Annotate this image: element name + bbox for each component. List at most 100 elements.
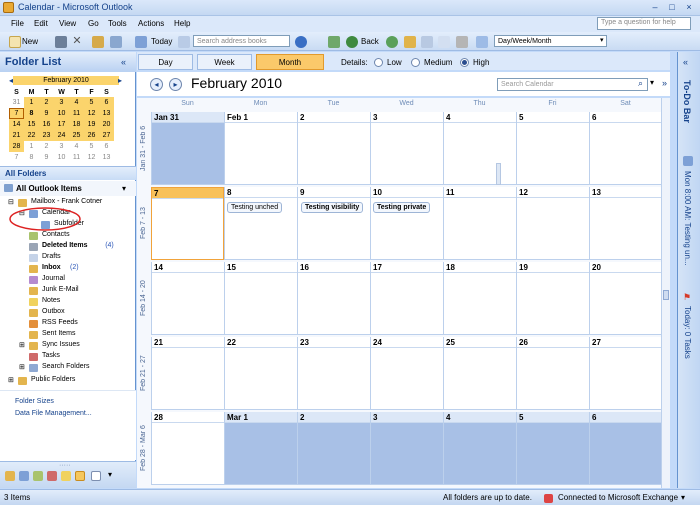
- mini-calendar-day[interactable]: 24: [54, 130, 69, 141]
- menu-go[interactable]: Go: [88, 19, 99, 28]
- calendar-day-cell[interactable]: 2: [297, 412, 370, 485]
- details-medium-radio[interactable]: [411, 58, 420, 67]
- more-items-indicator[interactable]: [496, 163, 501, 185]
- print-icon[interactable]: [55, 36, 67, 48]
- folder-sent-items[interactable]: Sent Items: [42, 330, 75, 337]
- mini-calendar-day[interactable]: 1: [24, 97, 39, 108]
- calendar-day-cell[interactable]: 15: [224, 262, 297, 335]
- splitter-grip-icon[interactable]: ·····: [59, 462, 71, 469]
- calendar-day-cell[interactable]: 24: [370, 337, 443, 410]
- shortcuts-nav-icon[interactable]: [91, 471, 101, 481]
- contacts-nav-icon[interactable]: [33, 471, 43, 481]
- mini-calendar-day[interactable]: 19: [84, 119, 99, 130]
- chevron-down-icon[interactable]: ▾: [650, 78, 654, 87]
- folder-search-folders[interactable]: Search Folders: [42, 363, 89, 370]
- data-file-management-link[interactable]: Data File Management...: [15, 410, 92, 417]
- mini-calendar-day[interactable]: 7: [9, 152, 24, 163]
- mailbox-label[interactable]: Mailbox - Frank Cotner: [31, 198, 102, 205]
- calendar-day-cell[interactable]: 16: [297, 262, 370, 335]
- calendar-day-cell[interactable]: 21: [151, 337, 224, 410]
- calendar-day-cell[interactable]: 5: [516, 112, 589, 185]
- menu-edit[interactable]: Edit: [34, 19, 48, 28]
- calendar-day-cell[interactable]: 25: [443, 337, 516, 410]
- search-calendar-input[interactable]: Search Calendar: [497, 78, 648, 91]
- mini-calendar-day[interactable]: 11: [69, 152, 84, 163]
- mini-calendar-day[interactable]: 4: [69, 141, 84, 152]
- tab-day[interactable]: Day: [138, 54, 193, 70]
- folder-sync-issues[interactable]: Sync Issues: [42, 341, 80, 348]
- mini-calendar-day[interactable]: 3: [54, 141, 69, 152]
- notes-nav-icon[interactable]: [61, 471, 71, 481]
- calendar-day-cell[interactable]: 23: [297, 337, 370, 410]
- maximize-button[interactable]: □: [665, 2, 679, 13]
- mini-calendar-day[interactable]: 2: [39, 141, 54, 152]
- folder-inbox[interactable]: Inbox: [42, 264, 61, 271]
- new-button[interactable]: New: [22, 35, 38, 48]
- calendar-view-icon[interactable]: [178, 36, 190, 48]
- appointment[interactable]: Testing visibility: [301, 202, 364, 213]
- forward-icon[interactable]: [386, 36, 398, 48]
- todo-appointment[interactable]: Mon 8:00 AM: Testing un...: [683, 171, 692, 266]
- calendar-day-cell[interactable]: 12: [516, 187, 589, 260]
- todo-tasks[interactable]: Today: 0 Tasks: [683, 306, 692, 359]
- folder-sizes-link[interactable]: Folder Sizes: [15, 398, 54, 405]
- mini-calendar-day[interactable]: 26: [84, 130, 99, 141]
- mail-nav-icon[interactable]: [5, 471, 15, 481]
- public-folders-label[interactable]: Public Folders: [31, 376, 75, 383]
- details-low-radio[interactable]: [374, 58, 383, 67]
- mini-calendar-day[interactable]: 12: [84, 152, 99, 163]
- close-button[interactable]: ×: [682, 2, 696, 13]
- tasks-nav-icon[interactable]: [47, 471, 57, 481]
- calendar-day-cell[interactable]: 13: [589, 187, 661, 260]
- expand-sync-issues-icon[interactable]: ⊞: [19, 341, 25, 349]
- mini-calendar-day[interactable]: 9: [39, 152, 54, 163]
- folder-drafts[interactable]: Drafts: [42, 253, 61, 260]
- calendar-day-cell[interactable]: 5: [516, 412, 589, 485]
- mini-calendar-day[interactable]: 28: [9, 141, 24, 152]
- expand-public-icon[interactable]: ⊞: [8, 376, 14, 384]
- tab-month[interactable]: Month: [256, 54, 324, 70]
- calendar-day-cell[interactable]: 7: [151, 187, 224, 260]
- mini-calendar-day[interactable]: 15: [24, 119, 39, 130]
- mini-calendar-day[interactable]: 5: [84, 97, 99, 108]
- minimize-button[interactable]: –: [648, 2, 662, 13]
- mini-calendar-day[interactable]: 14: [9, 119, 24, 130]
- calendar-day-cell[interactable]: 26: [516, 337, 589, 410]
- today-button[interactable]: Today: [151, 35, 172, 48]
- calendar-day-cell[interactable]: 18: [443, 262, 516, 335]
- mini-calendar-day[interactable]: 23: [39, 130, 54, 141]
- mini-calendar-day[interactable]: 4: [69, 97, 84, 108]
- folder-deleted-items[interactable]: Deleted Items: [42, 242, 88, 249]
- mini-calendar-day[interactable]: 6: [99, 141, 114, 152]
- scroll-thumb[interactable]: [663, 290, 669, 300]
- calendar-day-cell[interactable]: 11: [443, 187, 516, 260]
- mini-calendar-day[interactable]: 13: [99, 108, 114, 119]
- mini-calendar-day[interactable]: 12: [84, 108, 99, 119]
- mini-calendar-day[interactable]: 8: [24, 108, 39, 119]
- mini-next-icon[interactable]: ▸: [118, 76, 122, 85]
- calendar-day-cell[interactable]: 22: [224, 337, 297, 410]
- mini-calendar-day[interactable]: 22: [24, 130, 39, 141]
- calendar-day-cell[interactable]: 19: [516, 262, 589, 335]
- folder-junk-e-mail[interactable]: Junk E-Mail: [42, 286, 79, 293]
- mini-calendar-day[interactable]: 10: [54, 108, 69, 119]
- search-address-books-input[interactable]: Search address books: [193, 35, 290, 47]
- address-book-icon[interactable]: [92, 36, 104, 48]
- expand-query-icon[interactable]: »: [662, 78, 667, 88]
- folder-outbox[interactable]: Outbox: [42, 308, 65, 315]
- calendar-day-cell[interactable]: 28: [151, 412, 224, 485]
- back-button[interactable]: Back: [361, 35, 379, 48]
- mini-prev-icon[interactable]: ◂: [9, 76, 13, 85]
- prev-month-icon[interactable]: ◂: [150, 78, 163, 91]
- find-icon[interactable]: [110, 36, 122, 48]
- undo-icon[interactable]: [456, 36, 468, 48]
- vertical-scrollbar[interactable]: [661, 98, 670, 488]
- mini-calendar-day[interactable]: 5: [84, 141, 99, 152]
- calendar-day-cell[interactable]: 14: [151, 262, 224, 335]
- chevron-down-icon[interactable]: ▾: [600, 36, 604, 44]
- calendar-day-cell[interactable]: 10: [370, 187, 443, 260]
- folder-notes[interactable]: Notes: [42, 297, 60, 304]
- calendar-day-cell[interactable]: 6: [589, 112, 661, 185]
- mini-calendar-day[interactable]: 1: [24, 141, 39, 152]
- folder-list-icon[interactable]: [421, 36, 433, 48]
